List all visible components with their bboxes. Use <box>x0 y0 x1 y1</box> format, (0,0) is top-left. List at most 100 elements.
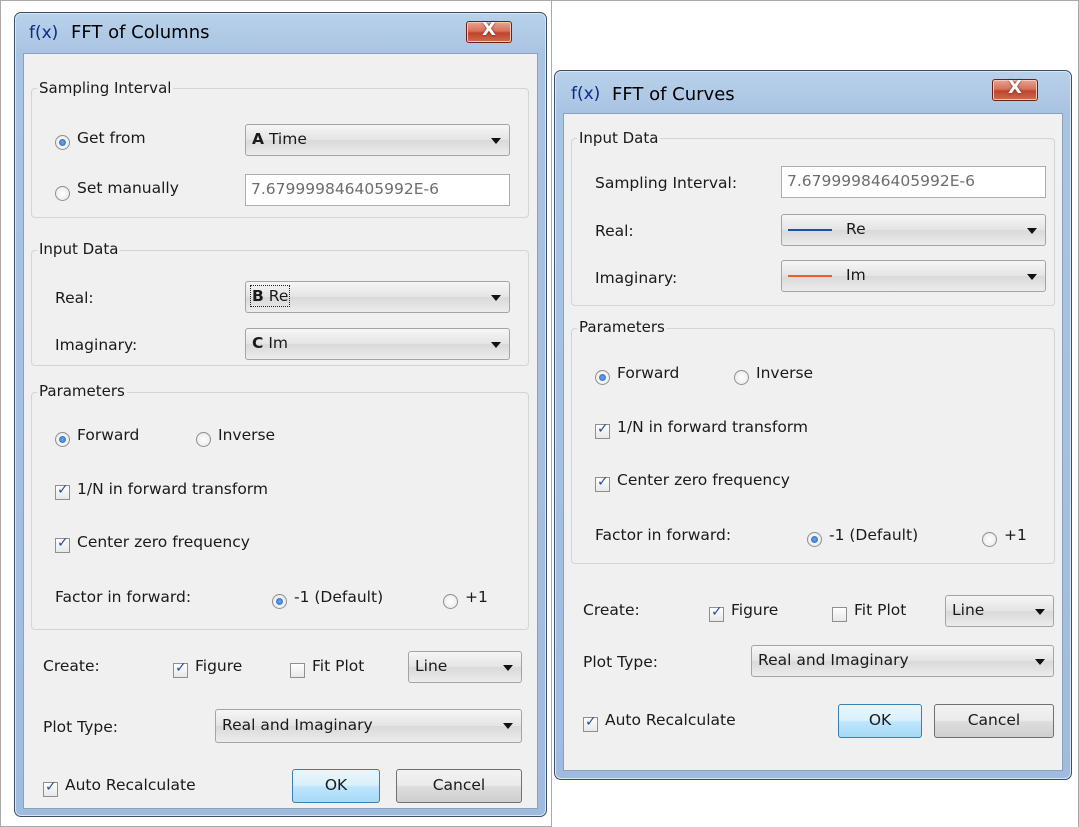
imaginary-curve-select[interactable]: Im <box>781 260 1046 292</box>
figure-checkbox[interactable] <box>709 604 724 622</box>
set-manually-label[interactable]: Set manually <box>77 179 179 197</box>
one-over-n-label[interactable]: 1/N in forward transform <box>617 418 808 436</box>
column-name: Im <box>268 334 288 352</box>
auto-recalculate-checkbox[interactable] <box>43 779 58 797</box>
factor-default-radio[interactable] <box>272 594 287 609</box>
fit-plot-checkbox[interactable] <box>290 663 305 678</box>
chevron-down-icon <box>1035 659 1045 665</box>
column-name: Time <box>268 130 307 148</box>
factor-default-label[interactable]: -1 (Default) <box>294 588 383 606</box>
plot-type-label: Plot Type: <box>583 653 658 671</box>
sampling-interval-field[interactable]: 7.679999846405992E-6 <box>245 174 510 206</box>
red-line-icon <box>788 274 832 277</box>
fit-plot-checkbox[interactable] <box>832 607 847 622</box>
center-zero-checkbox[interactable] <box>595 474 610 492</box>
fx-icon: f(x) <box>29 23 59 43</box>
one-over-n-checkbox[interactable] <box>595 421 610 439</box>
chevron-down-icon <box>1035 609 1045 615</box>
forward-label[interactable]: Forward <box>77 426 139 444</box>
plot-type-select[interactable]: Real and Imaginary <box>215 709 522 743</box>
blue-line-icon <box>788 228 832 231</box>
curve-name: Im <box>846 266 866 284</box>
factor-default-label[interactable]: -1 (Default) <box>829 526 918 544</box>
set-manually-radio[interactable] <box>55 186 70 201</box>
dialog-title: FFT of Columns <box>71 22 210 43</box>
chevron-down-icon <box>1027 228 1037 234</box>
get-from-radio[interactable] <box>55 135 70 150</box>
factor-plus-radio[interactable] <box>443 594 458 609</box>
inverse-radio[interactable] <box>734 370 749 385</box>
imaginary-label: Imaginary: <box>595 269 678 287</box>
auto-recalculate-label[interactable]: Auto Recalculate <box>65 776 196 794</box>
plot-type-label: Plot Type: <box>43 718 118 736</box>
factor-label: Factor in forward: <box>55 588 192 606</box>
close-icon: X <box>1008 77 1022 98</box>
dialog-body: Input Data Sampling Interval: 7.67999984… <box>563 113 1063 771</box>
column-name: Re <box>268 287 289 305</box>
line-type-select[interactable]: Line <box>945 595 1054 627</box>
factor-label: Factor in forward: <box>595 526 732 544</box>
imaginary-column-select[interactable]: C Im <box>245 328 510 360</box>
get-from-label[interactable]: Get from <box>77 129 146 147</box>
auto-recalculate-checkbox[interactable] <box>583 714 598 732</box>
figure-checkbox[interactable] <box>173 660 188 678</box>
plot-type-select[interactable]: Real and Imaginary <box>751 645 1054 677</box>
fit-plot-label[interactable]: Fit Plot <box>854 601 906 619</box>
time-column-select[interactable]: A Time <box>245 124 510 156</box>
line-type-select[interactable]: Line <box>408 651 522 683</box>
column-letter: B <box>252 287 264 305</box>
center-zero-label[interactable]: Center zero frequency <box>77 533 250 551</box>
title-bar[interactable]: f(x) FFT of Columns X <box>15 13 546 49</box>
sampling-interval-title: Sampling Interval <box>37 79 174 97</box>
figure-label[interactable]: Figure <box>195 657 242 675</box>
fft-columns-dialog: f(x) FFT of Columns X Sampling Interval … <box>14 12 547 817</box>
center-zero-label[interactable]: Center zero frequency <box>617 471 790 489</box>
forward-radio[interactable] <box>55 432 70 447</box>
forward-radio[interactable] <box>595 370 610 385</box>
chevron-down-icon <box>503 665 513 671</box>
forward-label[interactable]: Forward <box>617 364 679 382</box>
factor-default-radio[interactable] <box>807 532 822 547</box>
dialog-body: Sampling Interval Get from A Time Set ma… <box>23 53 538 809</box>
real-curve-select[interactable]: Re <box>781 214 1046 246</box>
dialog-title: FFT of Curves <box>612 84 735 105</box>
inverse-label[interactable]: Inverse <box>218 426 275 444</box>
inverse-label[interactable]: Inverse <box>756 364 813 382</box>
chevron-down-icon <box>503 723 513 729</box>
column-letter: A <box>252 130 264 148</box>
imaginary-label: Imaginary: <box>55 336 138 354</box>
auto-recalculate-label[interactable]: Auto Recalculate <box>605 711 736 729</box>
ok-button[interactable]: OK <box>292 769 380 803</box>
inverse-radio[interactable] <box>196 432 211 447</box>
fx-icon: f(x) <box>571 84 601 104</box>
create-label: Create: <box>583 601 640 619</box>
fit-plot-label[interactable]: Fit Plot <box>312 657 364 675</box>
curve-name: Re <box>846 220 866 238</box>
factor-plus-radio[interactable] <box>982 532 997 547</box>
factor-plus-label[interactable]: +1 <box>465 588 488 606</box>
real-label: Real: <box>595 222 634 240</box>
chevron-down-icon <box>1027 274 1037 280</box>
ok-button[interactable]: OK <box>838 704 922 738</box>
one-over-n-label[interactable]: 1/N in forward transform <box>77 480 268 498</box>
create-label: Create: <box>43 657 100 675</box>
cancel-button[interactable]: Cancel <box>934 704 1054 738</box>
chevron-down-icon <box>491 342 501 348</box>
sampling-interval-label: Sampling Interval: <box>595 174 738 192</box>
close-button[interactable]: X <box>466 19 512 43</box>
input-data-title: Input Data <box>577 129 661 147</box>
column-letter: C <box>252 334 264 352</box>
parameters-title: Parameters <box>37 382 127 400</box>
center-zero-checkbox[interactable] <box>55 535 70 553</box>
close-button[interactable]: X <box>992 77 1038 101</box>
title-bar[interactable]: f(x) FFT of Curves X <box>555 71 1071 107</box>
figure-label[interactable]: Figure <box>731 601 778 619</box>
chevron-down-icon <box>491 138 501 144</box>
real-label: Real: <box>55 289 94 307</box>
factor-plus-label[interactable]: +1 <box>1004 526 1027 544</box>
one-over-n-checkbox[interactable] <box>55 482 70 500</box>
real-column-select[interactable]: B Re <box>245 281 510 313</box>
chevron-down-icon <box>491 295 501 301</box>
cancel-button[interactable]: Cancel <box>396 769 522 803</box>
sampling-interval-field[interactable]: 7.679999846405992E-6 <box>781 166 1046 198</box>
